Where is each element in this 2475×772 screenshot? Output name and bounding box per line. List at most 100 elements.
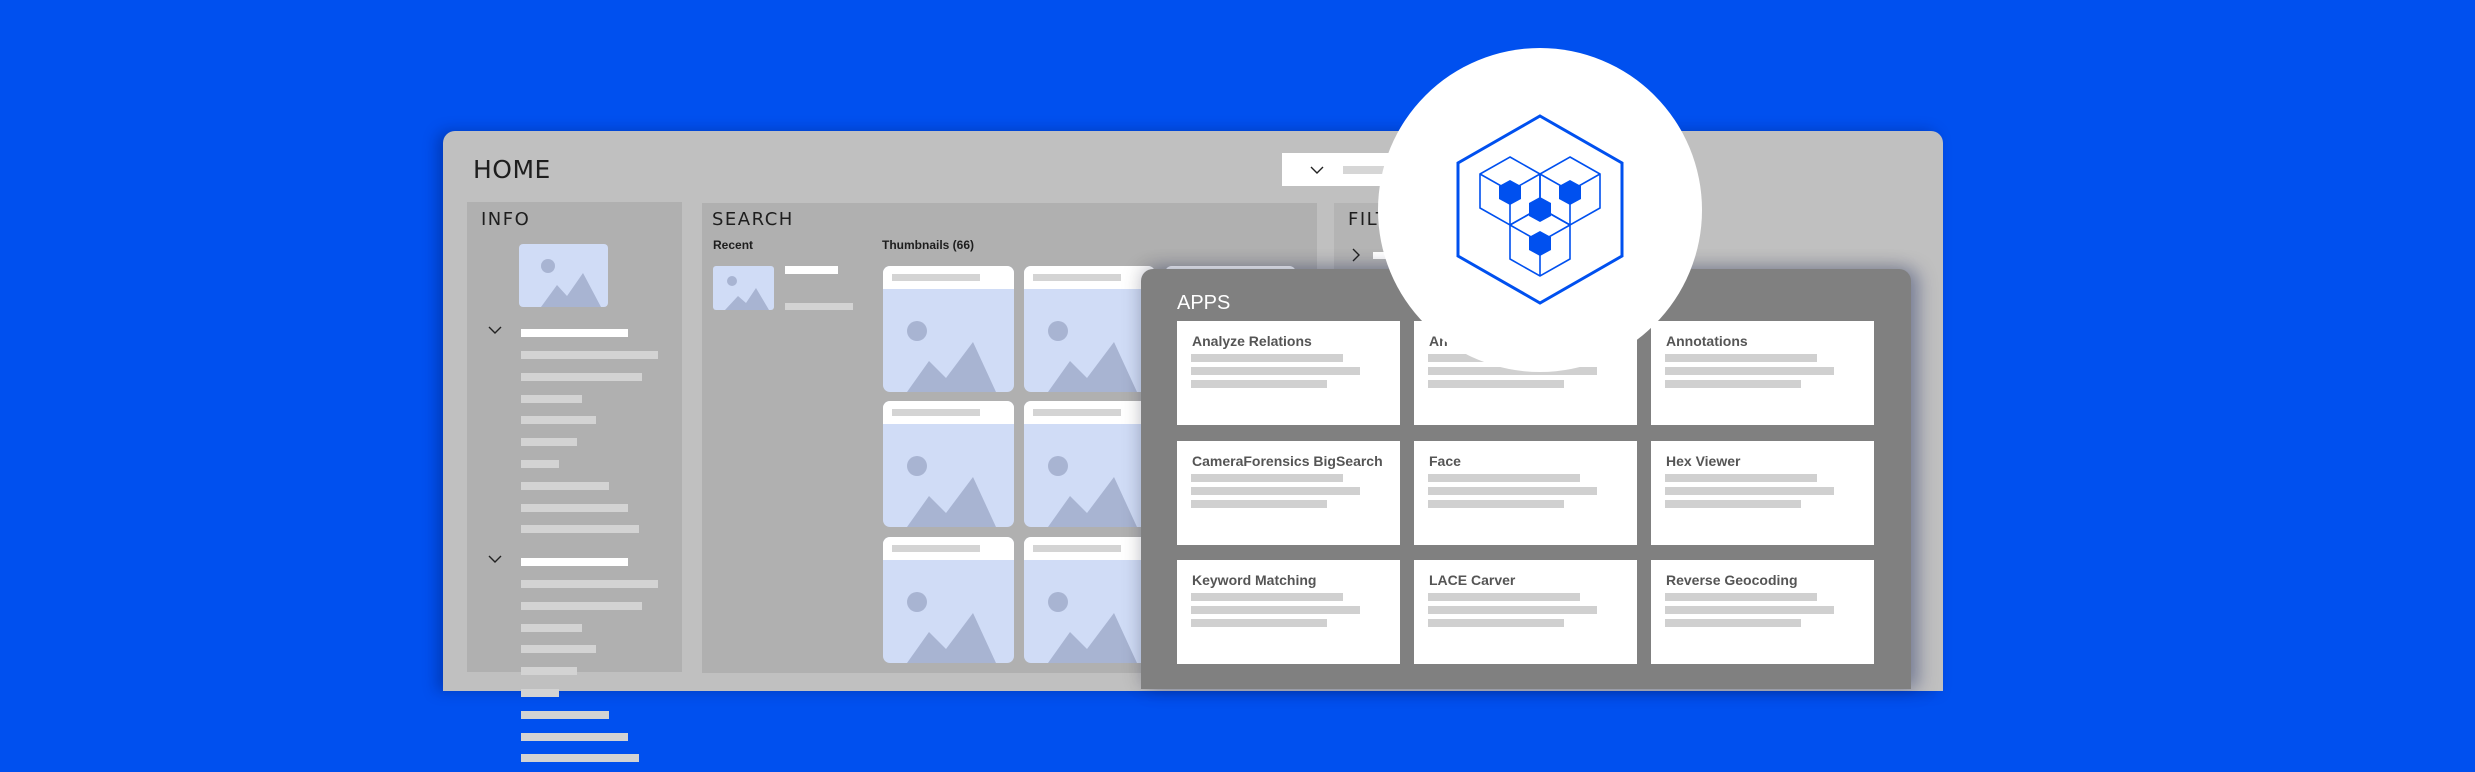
app-card-desc-placeholder — [1191, 500, 1327, 508]
app-card[interactable]: Analyze Relations — [1177, 321, 1400, 425]
app-card[interactable]: Reverse Geocoding — [1651, 560, 1874, 664]
app-card-title: LACE Carver — [1429, 572, 1516, 588]
app-card[interactable]: Annotations — [1651, 321, 1874, 425]
app-card-desc-placeholder — [1191, 354, 1343, 362]
app-card-desc-placeholder — [1665, 606, 1834, 614]
window-title: HOME — [473, 155, 551, 184]
app-card-title: CameraForensics BigSearch — [1192, 453, 1383, 469]
info-item-placeholder — [521, 525, 639, 534]
app-card-desc-placeholder — [1665, 354, 1817, 362]
app-card-desc-placeholder — [1191, 380, 1327, 388]
thumbnail-title-placeholder — [1033, 409, 1121, 416]
image-placeholder-icon — [1024, 424, 1155, 527]
app-card-desc-placeholder — [1665, 593, 1817, 601]
app-card[interactable]: Face — [1414, 441, 1637, 545]
info-item-placeholder — [521, 710, 609, 719]
info-item-placeholder — [521, 645, 596, 654]
app-card-desc-placeholder — [1191, 619, 1327, 627]
chevron-down-icon[interactable] — [488, 323, 502, 337]
recent-item[interactable] — [713, 266, 853, 311]
hexagon-cubes-logo-icon — [1456, 114, 1624, 305]
app-card-title: Analyze Relations — [1192, 333, 1312, 349]
info-item-placeholder — [521, 416, 596, 425]
app-card-desc-placeholder — [1428, 606, 1597, 614]
app-card-desc-placeholder — [1191, 593, 1343, 601]
thumbnail-card[interactable] — [1024, 266, 1155, 392]
image-placeholder-icon — [883, 560, 1014, 663]
search-panel-title: SEARCH — [712, 209, 794, 230]
app-card-title: Annotations — [1666, 333, 1748, 349]
info-item-placeholder — [521, 580, 658, 588]
thumbnail-card[interactable] — [1024, 537, 1155, 663]
thumbnail-header — [883, 266, 1014, 289]
apps-panel-title: APPS — [1177, 292, 1231, 314]
app-card[interactable]: CameraForensics BigSearch — [1177, 441, 1400, 545]
info-item-placeholder — [521, 438, 577, 447]
thumbnail-card[interactable] — [883, 266, 1014, 392]
image-placeholder-icon — [1024, 560, 1155, 663]
thumbnail-header — [883, 537, 1014, 560]
info-item-placeholder — [521, 754, 639, 763]
app-card[interactable]: LACE Carver — [1414, 560, 1637, 664]
info-item-placeholder — [521, 689, 559, 697]
info-group-header-placeholder[interactable] — [521, 329, 628, 337]
app-card-desc-placeholder — [1191, 474, 1343, 482]
app-card-title: Keyword Matching — [1192, 572, 1317, 588]
info-item-placeholder — [521, 372, 642, 381]
thumbnail-card[interactable] — [883, 401, 1014, 527]
app-card-desc-placeholder — [1665, 367, 1834, 375]
info-panel-title: INFO — [481, 209, 531, 230]
app-card-desc-placeholder — [1428, 500, 1564, 508]
thumbnail-title-placeholder — [1033, 545, 1121, 552]
app-card-desc-placeholder — [1428, 593, 1580, 601]
thumbnail-header — [1024, 401, 1155, 424]
app-card-desc-placeholder — [1191, 487, 1360, 495]
info-group-header-placeholder[interactable] — [521, 558, 628, 566]
recent-label: Recent — [713, 238, 754, 252]
app-card-desc-placeholder — [1191, 367, 1360, 375]
app-card-desc-placeholder — [1665, 619, 1801, 627]
app-card[interactable]: Keyword Matching — [1177, 560, 1400, 664]
thumbnail-header — [1024, 537, 1155, 560]
app-card-desc-placeholder — [1665, 380, 1801, 388]
recent-item-subtitle-placeholder — [785, 303, 853, 310]
info-group — [488, 323, 678, 543]
thumbnail-header — [883, 401, 1014, 424]
image-placeholder-icon — [883, 424, 1014, 527]
image-placeholder-icon — [1024, 289, 1155, 392]
app-card-title: Face — [1429, 453, 1461, 469]
app-card-desc-placeholder — [1428, 619, 1564, 627]
info-item-placeholder — [521, 732, 628, 741]
info-preview-image — [519, 244, 608, 307]
chevron-down-icon[interactable] — [488, 552, 502, 566]
thumbnail-title-placeholder — [892, 274, 980, 281]
thumbnail-card[interactable] — [883, 537, 1014, 663]
app-card-desc-placeholder — [1665, 474, 1817, 482]
info-item-placeholder — [521, 623, 582, 632]
chevron-right-icon[interactable] — [1349, 248, 1363, 262]
thumbnails-label: Thumbnails (66) — [882, 238, 975, 252]
thumbnail-title-placeholder — [1033, 274, 1121, 281]
app-card-desc-placeholder — [1665, 500, 1801, 508]
info-item-placeholder — [521, 481, 609, 490]
image-placeholder-icon — [883, 289, 1014, 392]
info-item-placeholder — [521, 351, 658, 359]
app-card-desc-placeholder — [1665, 487, 1834, 495]
info-item-placeholder — [521, 460, 559, 468]
app-card-title: Reverse Geocoding — [1666, 572, 1798, 588]
logo-badge — [1378, 48, 1702, 372]
info-item-placeholder — [521, 667, 577, 676]
recent-item-title-placeholder — [785, 266, 838, 274]
info-item-placeholder — [521, 503, 628, 512]
thumbnail-title-placeholder — [892, 545, 980, 552]
thumbnail-title-placeholder — [892, 409, 980, 416]
info-group — [488, 552, 678, 772]
app-card-desc-placeholder — [1428, 380, 1564, 388]
thumbnail-card[interactable] — [1024, 401, 1155, 527]
chevron-down-icon — [1310, 163, 1324, 177]
recent-item-thumbnail — [713, 266, 774, 310]
app-card-desc-placeholder — [1428, 474, 1580, 482]
app-card-title: Hex Viewer — [1666, 453, 1741, 469]
app-card-desc-placeholder — [1428, 487, 1597, 495]
app-card[interactable]: Hex Viewer — [1651, 441, 1874, 545]
